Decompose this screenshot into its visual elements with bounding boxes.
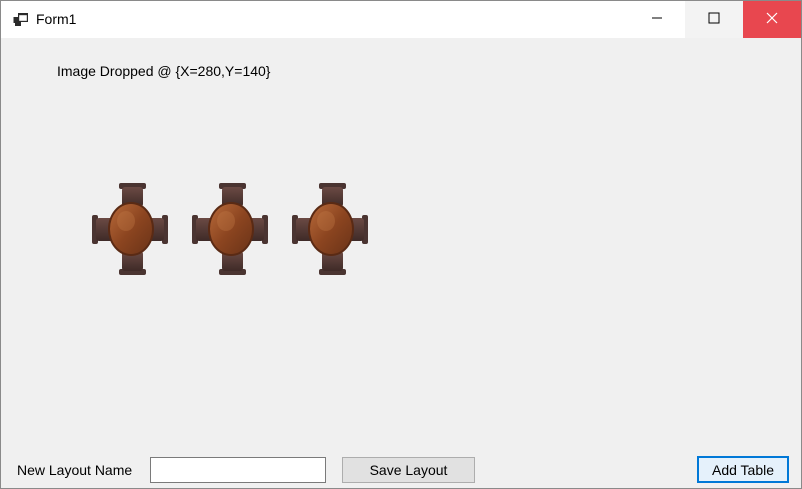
maximize-icon bbox=[708, 11, 720, 29]
maximize-button[interactable] bbox=[685, 1, 743, 38]
minimize-button[interactable] bbox=[628, 1, 686, 38]
add-table-button[interactable]: Add Table bbox=[697, 456, 789, 483]
layout-name-input[interactable] bbox=[150, 457, 326, 483]
close-button[interactable] bbox=[743, 1, 801, 38]
layout-name-label: New Layout Name bbox=[17, 462, 133, 478]
app-form-icon[interactable] bbox=[13, 11, 29, 27]
drop-status-label: Image Dropped @ {X=280,Y=140} bbox=[57, 63, 271, 79]
close-icon bbox=[766, 11, 778, 29]
minimize-icon bbox=[651, 11, 663, 29]
dining-table-icon[interactable] bbox=[192, 183, 268, 275]
dining-table-icon[interactable] bbox=[92, 183, 168, 275]
form-client-area: Image Dropped @ {X=280,Y=140} New Layout… bbox=[1, 38, 801, 488]
app-window: Form1 Image Dropped @ {X=280,Y=140} New … bbox=[0, 0, 802, 489]
dining-table-icon[interactable] bbox=[292, 183, 368, 275]
window-title: Form1 bbox=[36, 11, 77, 27]
title-bar[interactable]: Form1 bbox=[1, 1, 801, 38]
save-layout-button[interactable]: Save Layout bbox=[342, 457, 475, 483]
